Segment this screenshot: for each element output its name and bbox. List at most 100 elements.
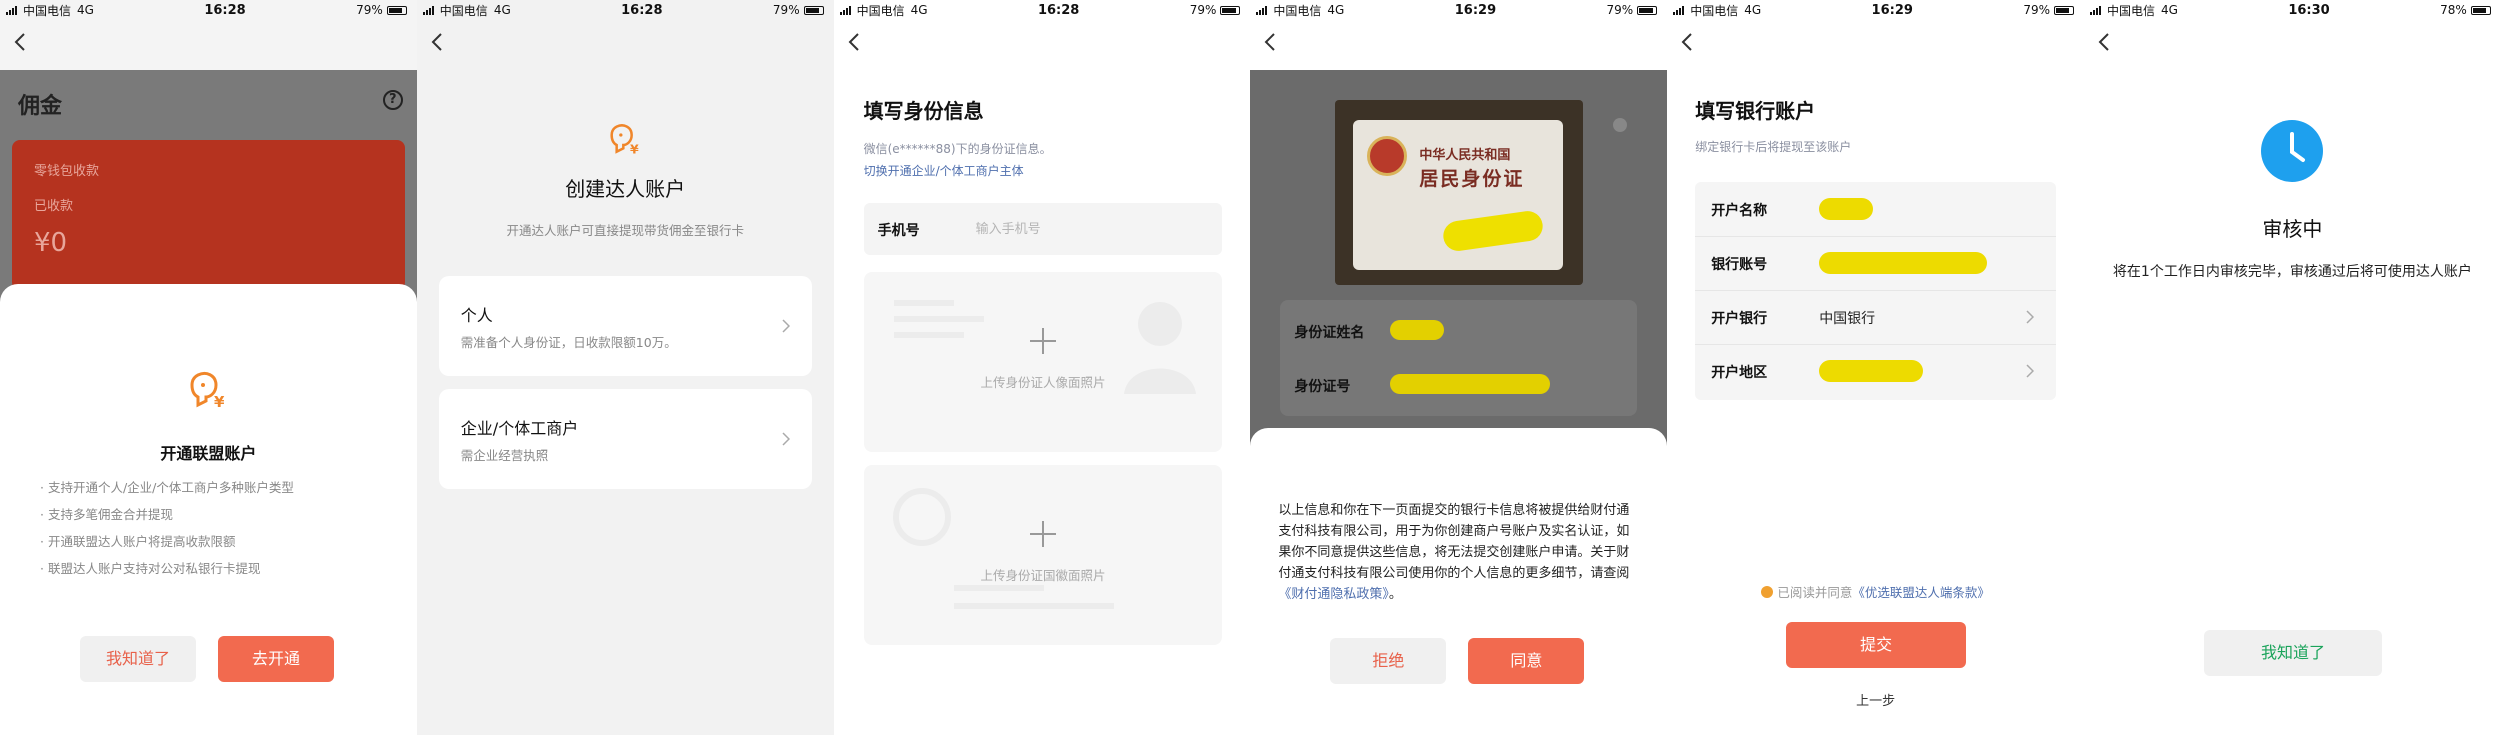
upload-id-back[interactable]: 上传身份证国徽面照片 <box>863 465 1223 645</box>
chevron-right-icon <box>2026 364 2034 378</box>
redaction-mark <box>1390 374 1551 394</box>
phone-row: 手机号 <box>863 203 1223 255</box>
card-label-2: 已收款 <box>34 199 74 214</box>
status-bar: 中国电信 4G 16:28 79% <box>0 0 417 20</box>
privacy-policy-link[interactable]: 《财付通隐私政策》 <box>1278 587 1389 602</box>
bank-form: 开户名称 银行账号 开户银行 中国银行 开户地区 <box>1695 182 2056 400</box>
plus-icon <box>1029 521 1056 547</box>
page-subtitle: 开通达人账户可直接提现带货佣金至银行卡 <box>506 223 744 238</box>
field-label: 开户地区 <box>1711 365 1768 381</box>
signal-icon <box>839 5 851 15</box>
carrier: 中国电信 <box>1273 3 1322 18</box>
got-it-button[interactable]: 我知道了 <box>80 636 196 682</box>
page-title: 填写身份信息 <box>863 99 984 123</box>
switch-entity-link[interactable]: 切换开通企业/个体工商户主体 <box>864 162 1024 179</box>
back-arrow-icon[interactable] <box>1681 32 1695 54</box>
signal-icon <box>422 5 434 15</box>
placeholder-lines <box>893 300 984 338</box>
field-label: 银行账号 <box>1711 257 1768 273</box>
network-type: 4G <box>493 3 511 17</box>
bank-value: 中国银行 <box>1819 311 1876 327</box>
signal-icon <box>1673 5 1685 15</box>
back-arrow-icon[interactable] <box>848 32 862 54</box>
card-label: 零钱包收款 <box>34 164 100 179</box>
battery-icon <box>1220 5 1241 15</box>
open-now-button[interactable]: 去开通 <box>218 636 334 682</box>
list-item: · 开通联盟达人账户将提高收款限额 <box>40 534 236 549</box>
battery-percent: 79% <box>2023 3 2050 17</box>
status-bar: 中国电信 4G 16:28 79% <box>417 0 834 20</box>
clock-time: 16:29 <box>1871 2 1913 18</box>
back-arrow-icon[interactable] <box>2098 32 2112 54</box>
consent-text: 以上信息和你在下一页面提交的银行卡信息将被提供给财付通支付科技有限公司，用于为你… <box>1278 500 1641 605</box>
phone-input[interactable] <box>973 217 1178 241</box>
signal-icon <box>1256 5 1268 15</box>
back-arrow-icon[interactable] <box>431 32 445 54</box>
id-card-heading: 中华人民共和国 <box>1419 148 1511 163</box>
emblem-icon <box>892 488 951 546</box>
screen-commission: 佣金 ? 零钱包收款 已收款 ¥0 中国电信 4G 16:28 79% ¥ 开通联… <box>0 0 417 735</box>
option-individual[interactable]: 个人 需准备个人身份证，日收款限额10万。 <box>438 276 812 376</box>
network-type: 4G <box>2161 3 2178 17</box>
id-number-label: 身份证号 <box>1294 379 1351 395</box>
consent-period: 。 <box>1388 587 1402 602</box>
checkbox-checked-icon[interactable] <box>1761 586 1774 598</box>
battery-icon <box>1637 5 1658 15</box>
status-bar: 中国电信 4G 16:28 79% <box>834 0 1251 20</box>
agree-button[interactable]: 同意 <box>1468 638 1585 684</box>
redaction-mark <box>1819 198 1874 220</box>
clock-time: 16:29 <box>1454 2 1497 18</box>
page-subtitle: 绑定银行卡后将提现至该账户 <box>1695 140 1852 154</box>
got-it-button[interactable]: 我知道了 <box>2203 630 2382 676</box>
network-type: 4G <box>77 3 94 17</box>
phone-label: 手机号 <box>877 223 920 239</box>
open-account-sheet: ¥ 开通联盟账户 · 支持开通个人/企业/个体工商户多种账户类型 · 支持多笔佣… <box>0 284 417 735</box>
option-desc: 需企业经营执照 <box>460 448 549 463</box>
carrier: 中国电信 <box>439 3 488 18</box>
clock-time: 16:28 <box>1037 2 1080 18</box>
status-bar: 中国电信 4G 16:29 79% <box>1667 0 2084 20</box>
terms-link[interactable]: 《优选联盟达人端条款》 <box>1852 585 1990 600</box>
agree-prefix: 已阅读并同意 <box>1777 585 1853 600</box>
page-title: 创建达人账户 <box>565 177 686 201</box>
network-type: 4G <box>1327 3 1345 17</box>
yuan-user-icon: ¥ <box>190 371 225 411</box>
id-card-image: 中华人民共和国 居民身份证 <box>1353 120 1564 270</box>
national-emblem-icon <box>1367 136 1408 176</box>
carrier: 中国电信 <box>856 3 905 18</box>
page-title: 佣金 <box>18 94 63 119</box>
account-number-row[interactable]: 银行账号 <box>1695 236 2056 291</box>
back-arrow-icon[interactable] <box>1264 32 1278 54</box>
balance-card: 零钱包收款 已收款 ¥0 <box>12 140 405 290</box>
option-title: 企业/个体工商户 <box>460 419 579 438</box>
battery-icon <box>2053 5 2074 15</box>
redaction-mark <box>1819 360 1924 382</box>
battery-percent: 78% <box>2440 3 2467 17</box>
reject-button[interactable]: 拒绝 <box>1330 638 1447 684</box>
status-bar: 中国电信 4G 16:29 79% <box>1250 0 1667 20</box>
network-type: 4G <box>1744 3 1762 17</box>
network-type: 4G <box>910 3 928 17</box>
back-arrow-icon[interactable] <box>14 32 28 54</box>
battery-percent: 79% <box>356 3 383 17</box>
option-desc: 需准备个人身份证，日收款限额10万。 <box>460 335 677 350</box>
name-label: 身份证姓名 <box>1294 325 1365 341</box>
region-row[interactable]: 开户地区 <box>1695 344 2056 398</box>
battery-percent: 79% <box>1606 3 1634 17</box>
feature-list: · 支持开通个人/企业/个体工商户多种账户类型 · 支持多笔佣金合并提现 · 开… <box>40 474 397 582</box>
question-icon[interactable]: ? <box>382 90 403 110</box>
account-name-row[interactable]: 开户名称 <box>1695 182 2056 237</box>
page-title: 填写银行账户 <box>1695 99 1816 123</box>
carrier: 中国电信 <box>2106 3 2155 18</box>
battery-icon <box>803 5 824 15</box>
screenshot-strip: 佣金 ? 零钱包收款 已收款 ¥0 中国电信 4G 16:28 79% ¥ 开通联… <box>0 0 2501 735</box>
battery-percent: 79% <box>1189 3 1217 17</box>
upload-id-front[interactable]: 上传身份证人像面照片 <box>863 272 1223 452</box>
option-enterprise[interactable]: 企业/个体工商户 需企业经营执照 <box>438 389 812 489</box>
submit-button[interactable]: 提交 <box>1786 622 1967 668</box>
chevron-right-icon <box>782 319 790 333</box>
yuan-user-icon: ¥ <box>610 124 639 156</box>
bank-row[interactable]: 开户银行 中国银行 <box>1695 290 2056 345</box>
screen-create-account: 中国电信 4G 16:28 79% ¥ 创建达人账户 开通达人账户可直接提现带货佣… <box>416 0 834 735</box>
previous-step-link[interactable]: 上一步 <box>1667 690 2084 709</box>
